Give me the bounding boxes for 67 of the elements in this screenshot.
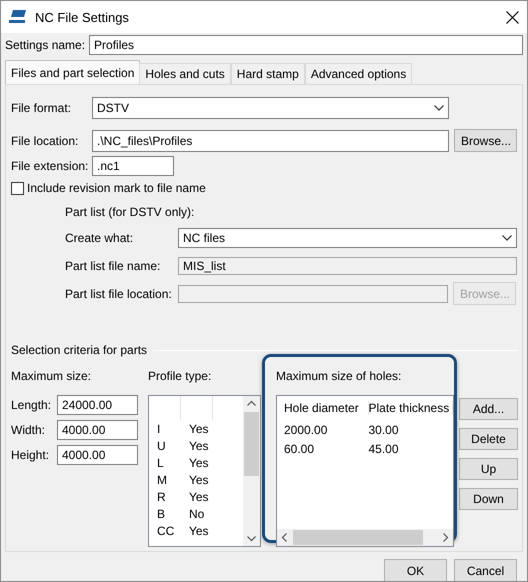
table-cell-text: L xyxy=(156,456,165,470)
tab[interactable]: Hard stamp xyxy=(230,63,305,84)
tab[interactable]: Files and part selection xyxy=(5,60,140,84)
table-cell: Yes xyxy=(188,438,209,452)
app-icon xyxy=(9,10,27,24)
table-cell-text: B xyxy=(156,506,166,520)
tab[interactable]: Advanced options xyxy=(304,63,412,84)
table-cell: Yes xyxy=(188,490,209,504)
table-cell-text: R xyxy=(156,490,167,504)
field-label: File format: xyxy=(11,101,72,115)
field-label: Part list file location: xyxy=(65,286,173,300)
column-heading: Profile type: xyxy=(148,369,212,383)
list-action-button[interactable]: Delete xyxy=(459,428,518,450)
list-action-button[interactable]: Up xyxy=(459,458,518,480)
size-field[interactable]: 4000.00 xyxy=(57,420,138,440)
browse-button[interactable]: Browse... xyxy=(454,129,517,152)
list-action-button[interactable]: Down xyxy=(459,488,518,510)
file-location-field[interactable]: .\NC_files\Profiles xyxy=(92,130,449,152)
field-label: Width: xyxy=(11,423,46,437)
window-title: NC File Settings xyxy=(35,10,130,24)
scroll-right-icon[interactable] xyxy=(443,533,449,542)
table-cell-text: I xyxy=(156,422,162,436)
scroll-left-icon[interactable] xyxy=(281,533,287,542)
holes-table[interactable]: Hole diameter Plate thickness 2000.00 30.00 60.00 45.00 xyxy=(276,395,454,547)
scrollbar[interactable] xyxy=(277,529,453,546)
dialog-button[interactable]: Cancel xyxy=(454,559,517,581)
size-field[interactable]: 24000.00 xyxy=(57,395,138,415)
field-label: Part list file name: xyxy=(65,259,162,273)
column-header[interactable]: Hole diameter xyxy=(284,401,368,415)
table-cell-text: 2000.00 xyxy=(284,422,328,436)
close-icon[interactable] xyxy=(506,10,519,24)
tab[interactable]: Holes and cuts xyxy=(139,63,231,84)
table-cell-text: CC xyxy=(156,524,176,538)
file-format-dropdown[interactable]: DSTV xyxy=(92,97,449,119)
field-label: Length: xyxy=(11,398,52,412)
field-label: Settings name: xyxy=(5,38,86,52)
size-field[interactable]: 4000.00 xyxy=(57,445,138,465)
settings-name-field[interactable]: Profiles xyxy=(89,35,523,55)
scroll-up-icon[interactable] xyxy=(246,400,256,406)
checkbox[interactable] xyxy=(11,182,24,194)
table-cell: Yes xyxy=(188,472,209,486)
table-cell: Yes xyxy=(188,524,209,538)
field-label: File extension: xyxy=(11,159,90,173)
field-label: File location: xyxy=(11,134,80,148)
column-heading: Maximum size of holes: xyxy=(276,369,402,383)
table-cell-text: U xyxy=(156,438,167,452)
table-cell-text: 30.00 xyxy=(368,422,400,436)
field-label: Create what: xyxy=(65,231,134,245)
dialog-button[interactable]: OK xyxy=(384,559,447,581)
file-extension-field[interactable]: .nc1 xyxy=(92,156,174,176)
profile-type-list[interactable]: I Yes U Yes L Yes M Yes R Yes B No CC Yes xyxy=(148,395,261,547)
group-title: Selection criteria for parts xyxy=(11,343,148,357)
table-cell-text: 60.00 xyxy=(284,442,316,456)
section-heading: Part list (for DSTV only): xyxy=(65,205,196,219)
checkbox-label: Include revision mark to file name xyxy=(27,181,206,195)
create-what-dropdown[interactable]: NC files xyxy=(178,228,517,248)
column-header[interactable]: Plate thickness xyxy=(368,401,453,415)
table-cell: No xyxy=(188,506,204,520)
table-cell: Yes xyxy=(188,456,209,470)
scroll-down-icon[interactable] xyxy=(246,536,256,542)
list-action-button[interactable]: Add... xyxy=(459,398,518,420)
column-heading: Maximum size: xyxy=(11,369,92,383)
table-cell-text: M xyxy=(156,472,168,486)
table-cell: Yes xyxy=(188,422,209,436)
field-label: Height: xyxy=(11,448,50,462)
scrollbar[interactable] xyxy=(242,396,260,546)
table-cell-text: 45.00 xyxy=(368,442,400,456)
